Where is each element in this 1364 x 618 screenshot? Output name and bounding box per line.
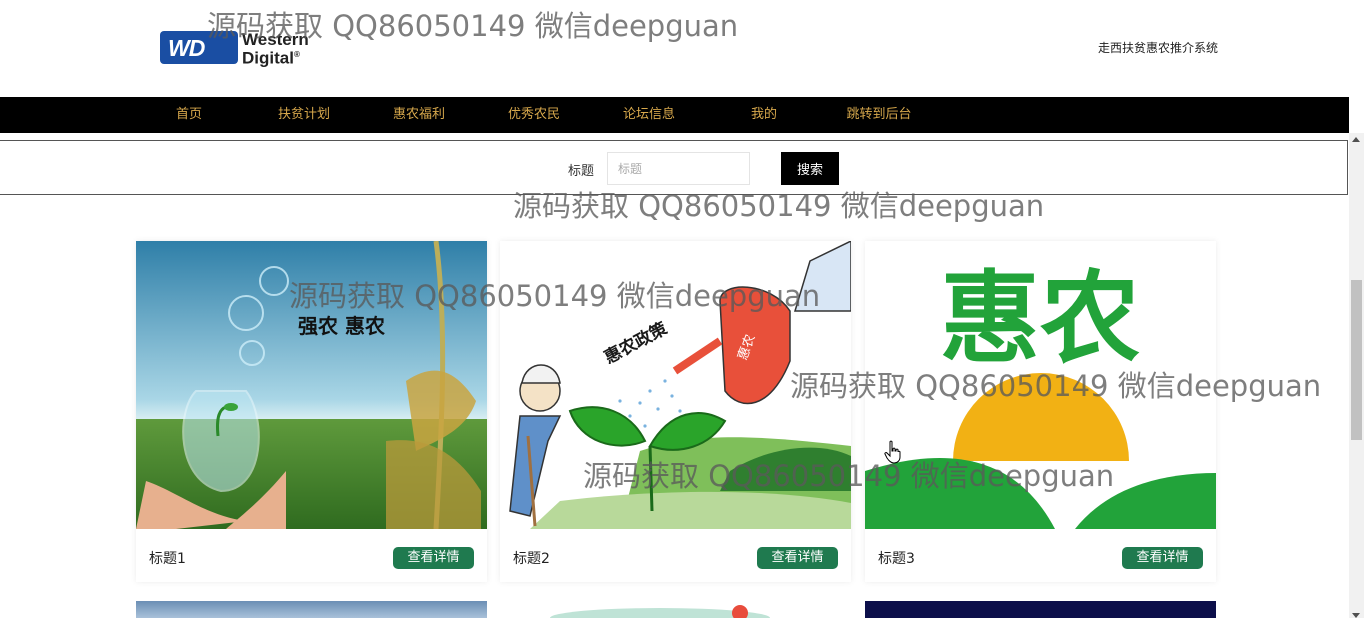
nav-item-admin[interactable]: 跳转到后台 <box>846 97 911 133</box>
logo-reg-mark: ® <box>293 50 300 59</box>
nav-item-forum[interactable]: 论坛信息 <box>623 97 675 133</box>
card-3-detail-button[interactable]: 查看详情 <box>1122 547 1203 569</box>
search-button[interactable]: 搜索 <box>781 152 839 185</box>
main-nav: 首页 扶贫计划 惠农福利 优秀农民 论坛信息 我的 跳转到后台 <box>0 97 1349 133</box>
card-4-image-partial[interactable] <box>136 601 487 618</box>
card-2[interactable]: 惠农政策 惠农 标题2 查看详情 <box>500 241 851 582</box>
search-label: 标题 <box>568 164 595 179</box>
nav-item-mine[interactable]: 我的 <box>751 97 777 133</box>
card-1-image-text: 强农 惠农 <box>298 314 385 338</box>
logo-line-2-text: Digital <box>242 48 294 68</box>
nav-item-welfare[interactable]: 惠农福利 <box>393 97 445 133</box>
card-3[interactable]: 惠农 标题3 查看详情 <box>865 241 1216 582</box>
page: WD Western Digital® 走西扶贫惠农推介系统 首页 扶贫计划 惠… <box>0 0 1364 618</box>
card-2-title: 标题2 <box>513 551 550 567</box>
card-1-title: 标题1 <box>149 551 186 567</box>
logo-line-2: Digital® <box>242 47 300 67</box>
card-1-illustration: 强农 惠农 <box>136 241 487 529</box>
logo-badge-text: WD <box>168 35 205 61</box>
card-6-image-partial[interactable] <box>865 601 1216 618</box>
card-2-detail-button[interactable]: 查看详情 <box>757 547 838 569</box>
search-bar: 标题 搜索 <box>0 140 1348 195</box>
nav-item-farmers[interactable]: 优秀农民 <box>508 97 560 133</box>
nav-item-poverty-plan[interactable]: 扶贫计划 <box>278 97 330 133</box>
card-2-image[interactable]: 惠农政策 惠农 <box>500 241 851 529</box>
logo-line-1: Western <box>242 30 309 49</box>
card-3-image[interactable]: 惠农 <box>865 241 1216 529</box>
card-5-illustration <box>550 605 770 618</box>
vertical-scrollbar[interactable] <box>1349 133 1364 618</box>
nav-item-home[interactable]: 首页 <box>176 97 202 133</box>
card-3-illustration: 惠农 <box>865 241 1216 529</box>
card-1-detail-button[interactable]: 查看详情 <box>393 547 474 569</box>
header: WD Western Digital® 走西扶贫惠农推介系统 <box>0 0 1349 97</box>
card-3-title: 标题3 <box>878 551 915 567</box>
logo[interactable]: WD Western Digital® <box>160 30 330 67</box>
scroll-up-arrow-icon[interactable] <box>1352 137 1360 142</box>
card-1-image[interactable]: 强农 惠农 <box>136 241 487 529</box>
card-3-image-text: 惠农 <box>940 260 1140 377</box>
card-5-image-partial[interactable] <box>500 601 851 618</box>
hand-cursor-icon <box>884 440 901 464</box>
scroll-down-arrow-icon[interactable] <box>1352 613 1360 618</box>
scrollbar-thumb[interactable] <box>1351 280 1362 440</box>
card-2-illustration: 惠农政策 惠农 <box>500 241 851 529</box>
card-1[interactable]: 强农 惠农 标题1 查看详情 <box>136 241 487 582</box>
site-name: 走西扶贫惠农推介系统 <box>1098 41 1219 55</box>
search-input[interactable] <box>607 152 750 185</box>
logo-badge: WD <box>160 31 238 64</box>
